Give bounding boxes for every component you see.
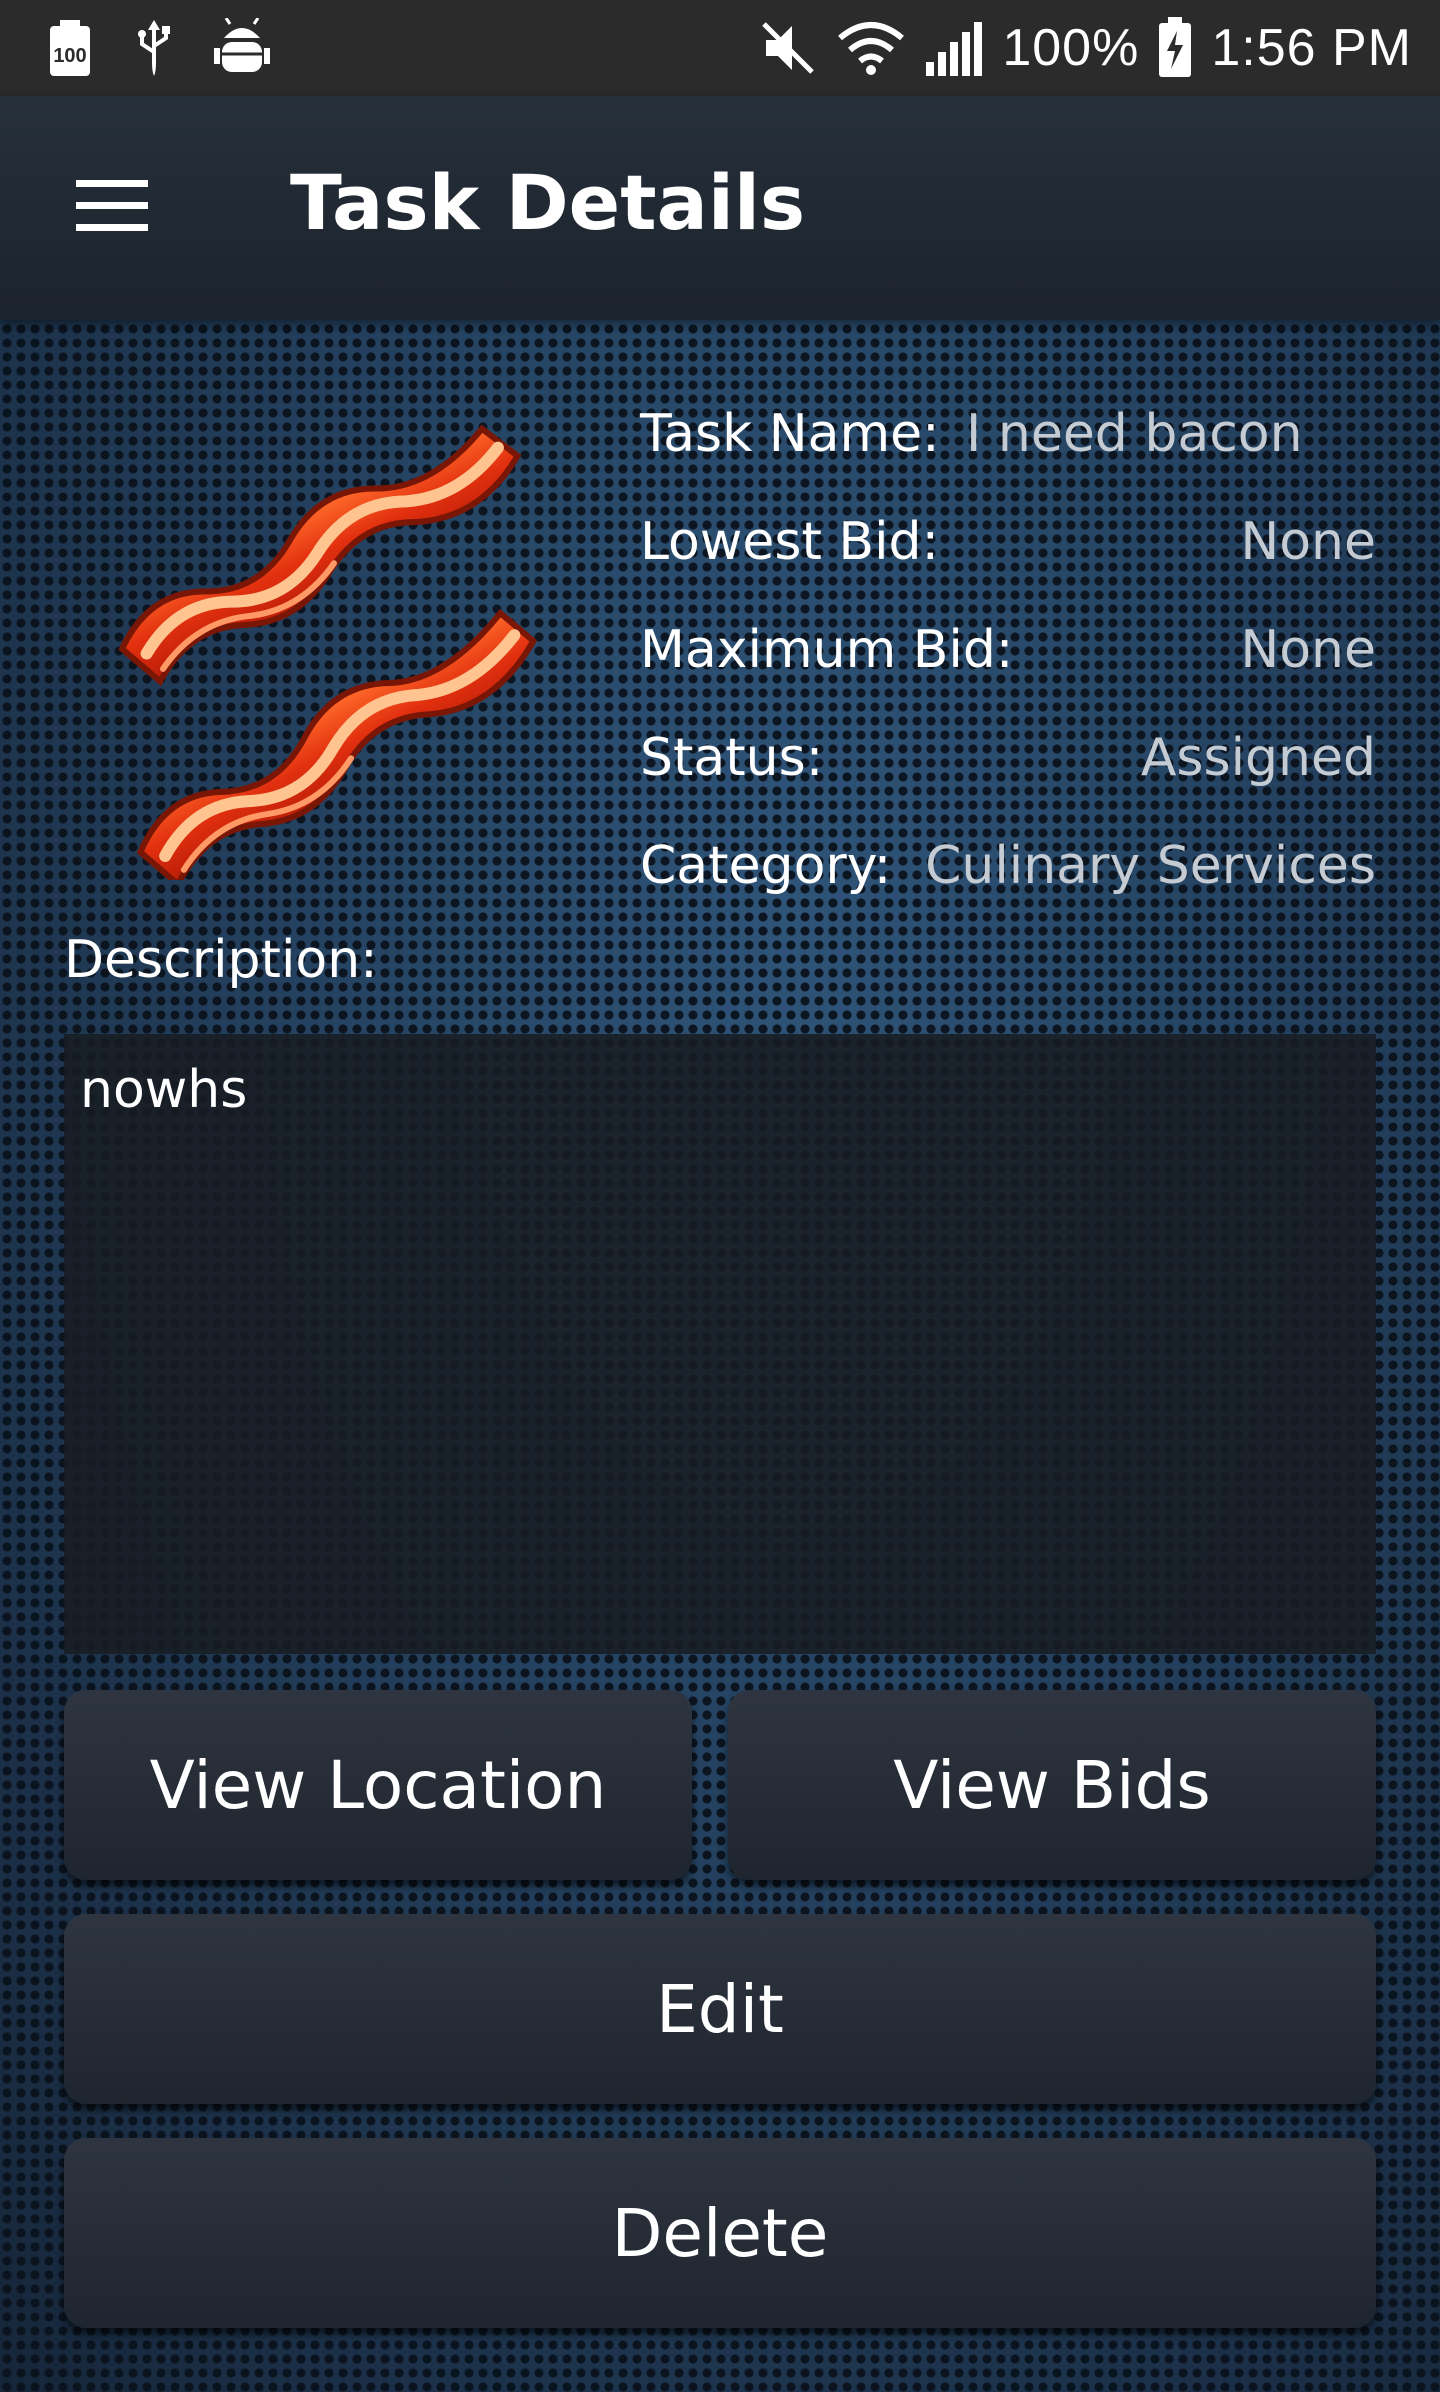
description-text: nowhs	[80, 1060, 248, 1120]
lowest-bid-row: Lowest Bid: None	[640, 488, 1376, 596]
view-bids-button[interactable]: View Bids	[728, 1690, 1376, 1880]
bacon-image	[118, 424, 538, 880]
battery-charging-icon	[1159, 17, 1192, 77]
status-row: Status: Assigned	[640, 704, 1376, 812]
maximum-bid-row: Maximum Bid: None	[640, 596, 1376, 704]
status-label: Status:	[640, 728, 824, 788]
task-name-label: Task Name:	[640, 404, 940, 464]
battery-percent: 100%	[1002, 19, 1140, 77]
lowest-bid-label: Lowest Bid:	[640, 512, 940, 572]
svg-text:100: 100	[53, 45, 86, 67]
edit-button[interactable]: Edit	[64, 1914, 1376, 2104]
app-bar: Task Details	[0, 96, 1440, 320]
usb-icon	[138, 20, 170, 76]
delete-button[interactable]: Delete	[64, 2138, 1376, 2328]
mute-icon	[762, 22, 815, 74]
task-name-value: I need bacon	[966, 404, 1303, 464]
status-bar: 100 100% 1:56 PM	[0, 0, 1440, 96]
task-details: Task Name: I need bacon Lowest Bid: None…	[640, 380, 1376, 920]
clock: 1:56 PM	[1211, 19, 1412, 77]
battery-100-icon: 100	[50, 20, 90, 76]
lowest-bid-value: None	[1240, 512, 1376, 572]
category-value: Culinary Services	[925, 836, 1376, 896]
description-label: Description:	[64, 930, 378, 990]
system-status: 100% 1:56 PM	[758, 10, 1412, 86]
category-row: Category: Culinary Services	[640, 812, 1376, 920]
maximum-bid-value: None	[1240, 620, 1376, 680]
maximum-bid-label: Maximum Bid:	[640, 620, 1014, 680]
wifi-icon	[838, 22, 905, 75]
view-location-button[interactable]: View Location	[64, 1690, 692, 1880]
page-title: Task Details	[290, 158, 806, 247]
status-value: Assigned	[1140, 728, 1376, 788]
category-label: Category:	[640, 836, 892, 896]
hamburger-menu-icon[interactable]	[76, 180, 148, 232]
notification-icons: 100	[46, 18, 270, 78]
task-name-row: Task Name: I need bacon	[640, 380, 1376, 488]
signal-icon	[926, 22, 983, 76]
description-field[interactable]: nowhs	[64, 1034, 1376, 1654]
android-debug-icon	[214, 18, 270, 72]
